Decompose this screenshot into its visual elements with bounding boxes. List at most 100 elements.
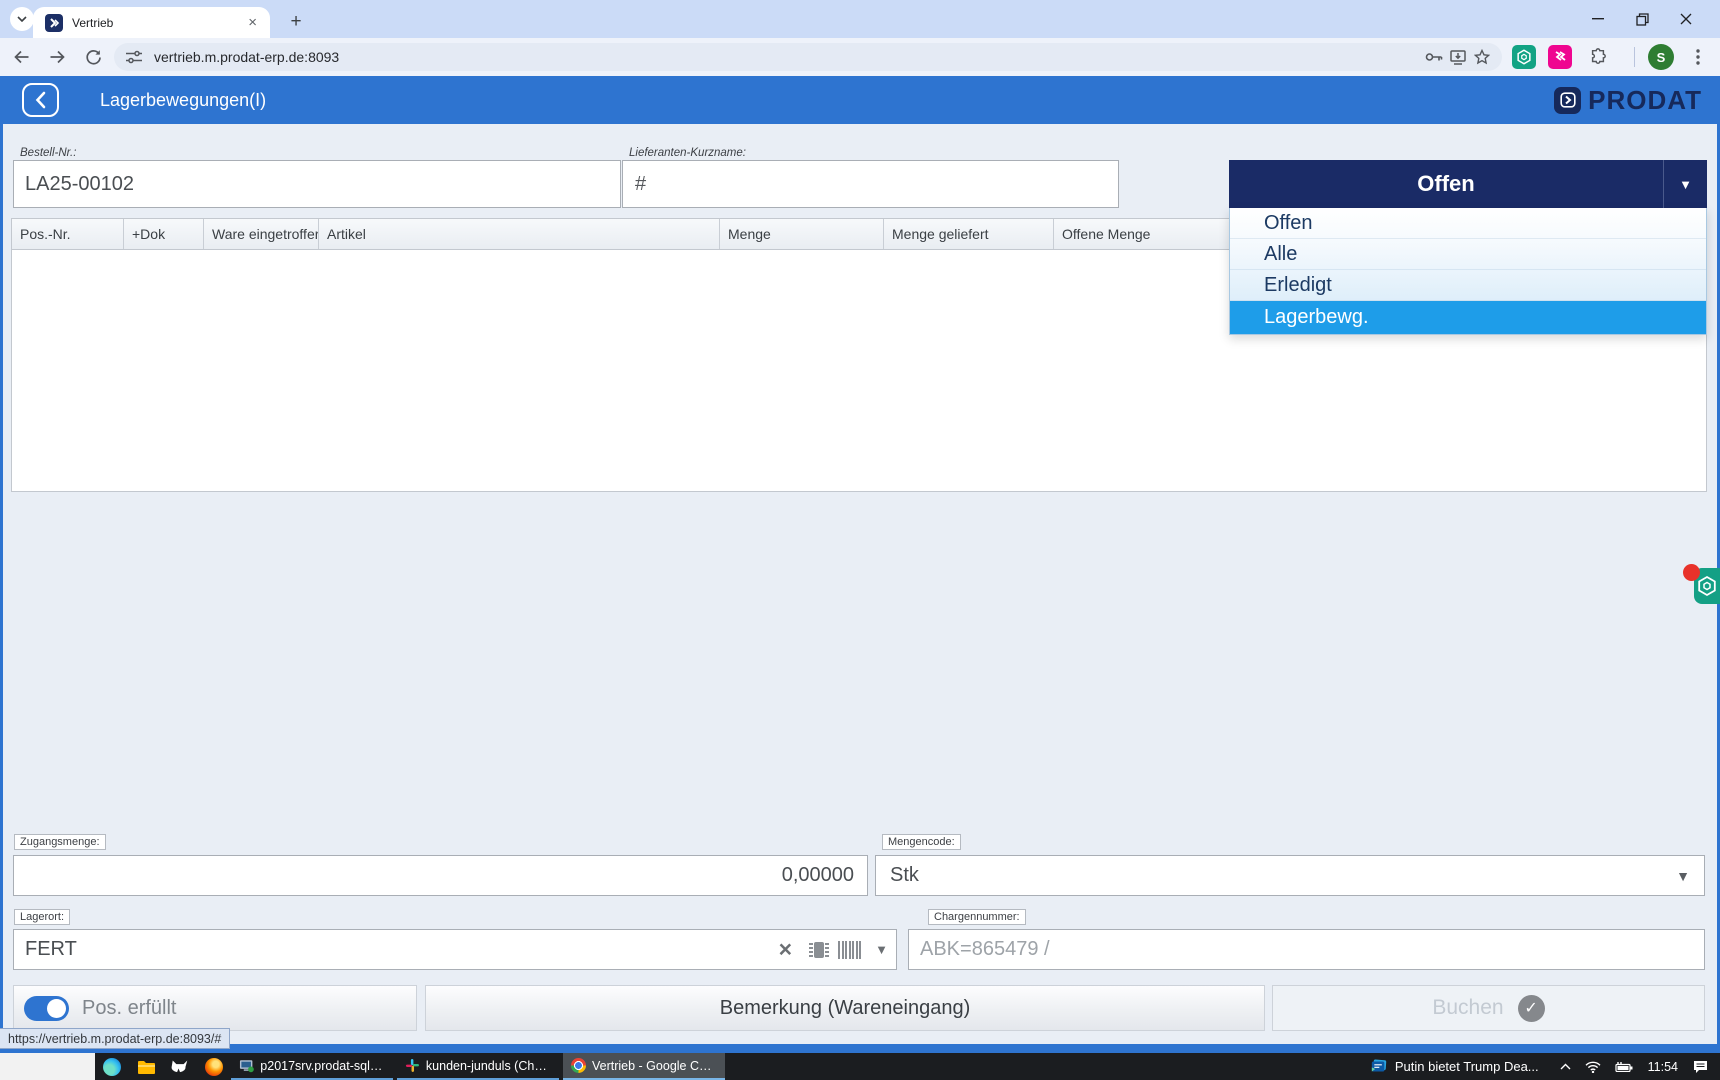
app-back-button[interactable] bbox=[22, 83, 59, 117]
column-header-menge[interactable]: Menge bbox=[720, 219, 884, 249]
tab-search-button[interactable] bbox=[10, 7, 34, 31]
battery-icon[interactable] bbox=[1615, 1061, 1633, 1072]
status-dropdown-button[interactable]: Offen ▼ bbox=[1229, 160, 1707, 208]
file-explorer-icon[interactable] bbox=[129, 1053, 163, 1080]
column-header-ware-eingetroffen[interactable]: Ware eingetroffer bbox=[204, 219, 319, 249]
brand-logo: PRODAT bbox=[1554, 76, 1702, 124]
barcode-icon[interactable] bbox=[838, 939, 862, 961]
column-header-dok[interactable]: +Dok bbox=[124, 219, 204, 249]
mengencode-caret-icon[interactable]: ▼ bbox=[1676, 868, 1690, 884]
bestell-nr-label: Bestell-Nr.: bbox=[20, 147, 76, 159]
toolbar-divider bbox=[1634, 47, 1635, 67]
password-key-icon[interactable] bbox=[1422, 45, 1446, 69]
chargennummer-input[interactable]: ABK=865479 / bbox=[908, 929, 1705, 970]
brand-name: PRODAT bbox=[1588, 85, 1702, 116]
column-header-artikel[interactable]: Artikel bbox=[319, 219, 720, 249]
site-settings-icon[interactable] bbox=[122, 45, 146, 69]
chevron-down-icon bbox=[17, 16, 27, 22]
dropdown-option-alle[interactable]: Alle bbox=[1230, 239, 1706, 270]
taskbar-search-box[interactable] bbox=[0, 1053, 95, 1080]
tray-chevron-up-icon[interactable] bbox=[1560, 1063, 1571, 1070]
edge-icon[interactable] bbox=[95, 1053, 129, 1080]
restore-icon bbox=[1636, 13, 1649, 26]
lieferant-input[interactable]: # bbox=[622, 160, 1119, 208]
browser-titlebar: Vertrieb × + bbox=[0, 0, 1720, 38]
news-widget[interactable]: Putin bietet Trump Dea... bbox=[1370, 1059, 1539, 1074]
app-header: Lagerbewegungen(I) PRODAT bbox=[0, 76, 1720, 124]
status-dropdown-list: Offen Alle Erledigt Lagerbewg. bbox=[1229, 208, 1707, 335]
back-button[interactable] bbox=[9, 45, 33, 69]
app-frame-bottom bbox=[0, 1044, 1720, 1053]
dropdown-option-erledigt[interactable]: Erledigt bbox=[1230, 270, 1706, 301]
mengencode-label: Mengencode: bbox=[882, 834, 961, 850]
url-text[interactable]: vertrieb.m.prodat-erp.de:8093 bbox=[154, 49, 1422, 65]
buchen-label: Buchen bbox=[1432, 996, 1503, 1020]
action-center-icon[interactable] bbox=[1693, 1060, 1708, 1074]
news-headline: Putin bietet Trump Dea... bbox=[1395, 1059, 1539, 1074]
clock[interactable]: 11:54 bbox=[1648, 1060, 1678, 1074]
lagerort-caret-icon[interactable]: ▼ bbox=[875, 942, 888, 957]
browser-menu-icon[interactable] bbox=[1686, 45, 1710, 69]
column-header-menge-geliefert[interactable]: Menge geliefert bbox=[884, 219, 1054, 249]
bestell-nr-input[interactable]: LA25-00102 bbox=[13, 160, 621, 208]
bat-app-icon[interactable] bbox=[163, 1053, 197, 1080]
close-icon bbox=[1680, 13, 1692, 25]
check-icon: ✓ bbox=[1518, 995, 1545, 1022]
firefox-icon[interactable] bbox=[197, 1053, 231, 1080]
lagerort-value: FERT bbox=[25, 938, 77, 961]
bookmark-star-icon[interactable] bbox=[1470, 45, 1494, 69]
lagerort-label: Lagerort: bbox=[14, 909, 70, 925]
news-icon bbox=[1370, 1059, 1387, 1074]
dropdown-option-offen[interactable]: Offen bbox=[1230, 208, 1706, 239]
rdp-icon bbox=[239, 1059, 254, 1073]
status-link-tooltip: https://vertrieb.m.prodat-erp.de:8093/# bbox=[0, 1028, 230, 1049]
new-tab-button[interactable]: + bbox=[282, 8, 310, 36]
forward-button[interactable] bbox=[45, 45, 69, 69]
mengencode-input[interactable]: Stk ▼ bbox=[875, 855, 1705, 896]
taskbar-window-slack[interactable]: kunden-junduls (Cha... bbox=[397, 1053, 559, 1080]
notification-dot bbox=[1683, 564, 1700, 581]
minimize-icon bbox=[1592, 18, 1604, 20]
wifi-icon[interactable] bbox=[1585, 1061, 1601, 1073]
browser-tab[interactable]: Vertrieb × bbox=[33, 7, 270, 38]
column-header-pos-nr[interactable]: Pos.-Nr. bbox=[12, 219, 124, 249]
chevron-left-icon bbox=[35, 91, 46, 109]
dropdown-caret-icon[interactable]: ▼ bbox=[1663, 160, 1707, 208]
chip-icon[interactable] bbox=[808, 938, 830, 962]
profile-avatar[interactable]: S bbox=[1648, 44, 1674, 70]
window-restore-button[interactable] bbox=[1620, 0, 1664, 38]
bemerkung-button[interactable]: Bemerkung (Wareneingang) bbox=[425, 985, 1265, 1031]
extensions-puzzle-icon[interactable] bbox=[1586, 45, 1610, 69]
dropdown-option-lagerbewg[interactable]: Lagerbewg. bbox=[1230, 301, 1706, 334]
chargennummer-label: Chargennummer: bbox=[928, 909, 1026, 925]
prodat-logo-icon bbox=[1554, 87, 1581, 114]
clear-x-icon[interactable]: × bbox=[779, 938, 792, 961]
reload-button[interactable] bbox=[81, 45, 105, 69]
system-tray: Putin bietet Trump Dea... 11:54 bbox=[1370, 1053, 1720, 1080]
mengencode-value: Stk bbox=[890, 864, 919, 887]
screen: Vertrieb × + vertrieb.m.prodat-erp.de:8 bbox=[0, 0, 1720, 1080]
lagerort-input[interactable]: FERT × ▼ bbox=[13, 929, 897, 970]
tab-close-icon[interactable]: × bbox=[245, 14, 260, 31]
url-bar[interactable]: vertrieb.m.prodat-erp.de:8093 bbox=[114, 43, 1502, 71]
browser-toolbar: vertrieb.m.prodat-erp.de:8093 S bbox=[0, 38, 1720, 76]
chrome-icon bbox=[571, 1058, 586, 1073]
install-app-icon[interactable] bbox=[1446, 45, 1470, 69]
window-close-button[interactable] bbox=[1664, 0, 1708, 38]
zugangsmenge-input[interactable]: 0,00000 bbox=[13, 855, 868, 896]
window-minimize-button[interactable] bbox=[1576, 0, 1620, 38]
extension-s-icon[interactable] bbox=[1548, 45, 1572, 69]
status-dropdown-value: Offen bbox=[1229, 171, 1663, 197]
extension-hexagon-icon[interactable] bbox=[1512, 45, 1536, 69]
buchen-button[interactable]: Buchen ✓ bbox=[1272, 985, 1705, 1031]
taskbar-window-chrome[interactable]: Vertrieb - Google Chr... bbox=[563, 1053, 725, 1080]
pos-erfuellt-panel: Pos. erfüllt bbox=[13, 985, 417, 1031]
taskbar-window-rdp[interactable]: p2017srv.prodat-sql.d... bbox=[231, 1053, 393, 1080]
forward-arrow-icon bbox=[49, 49, 66, 65]
app-frame-left bbox=[0, 76, 3, 1053]
taskbar-window-label: kunden-junduls (Cha... bbox=[426, 1059, 551, 1073]
taskbar-window-label: p2017srv.prodat-sql.d... bbox=[260, 1059, 385, 1073]
pos-erfuellt-label: Pos. erfüllt bbox=[82, 997, 176, 1020]
pos-erfuellt-toggle[interactable] bbox=[24, 996, 69, 1021]
slack-icon bbox=[405, 1058, 420, 1073]
